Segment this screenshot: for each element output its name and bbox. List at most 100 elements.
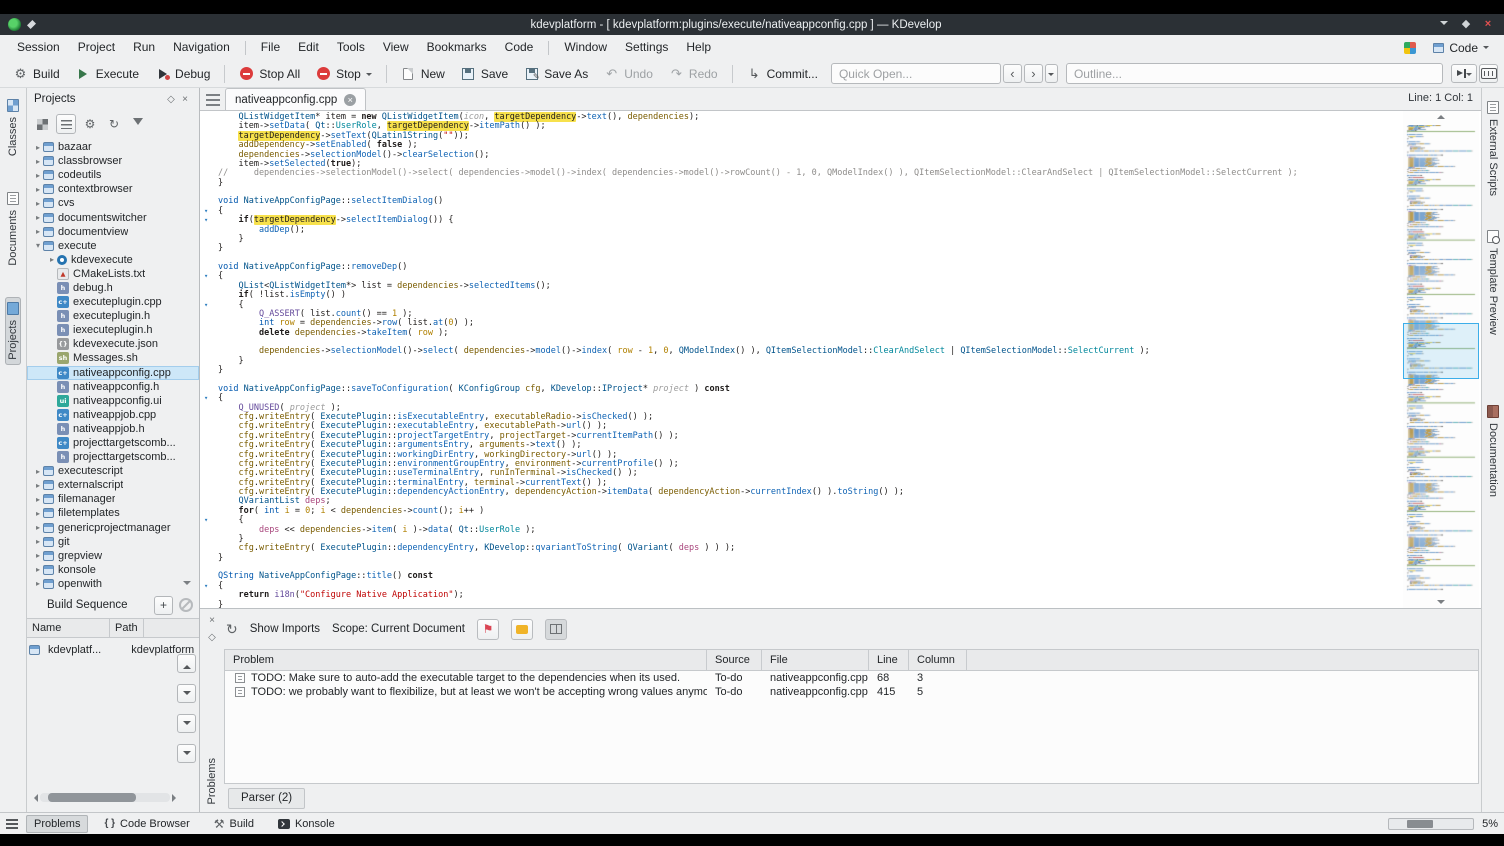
project-tree-mode-button[interactable]: [32, 114, 52, 134]
tree-item-iexecuteplugin-h[interactable]: h iexecuteplugin.h: [27, 323, 199, 337]
problems-column-file[interactable]: File: [762, 650, 869, 670]
menu-run[interactable]: Run: [124, 35, 164, 60]
dock-tab-classes[interactable]: Classes: [5, 94, 21, 161]
dock-tab-projects[interactable]: Projects: [5, 296, 21, 365]
problems-column-line[interactable]: Line: [869, 650, 909, 670]
scroll-down-button[interactable]: [177, 714, 196, 733]
build-sequence-row[interactable]: kdevplatf... kdevplatform: [29, 642, 194, 657]
menu-window[interactable]: Window: [555, 35, 616, 60]
tree-item-messages-sh[interactable]: sh Messages.sh: [27, 351, 199, 365]
column-header-name[interactable]: Name: [27, 619, 110, 637]
tree-item-cmakelists-txt[interactable]: ▲ CMakeLists.txt: [27, 267, 199, 281]
navigate-forward-button[interactable]: ›: [1023, 64, 1043, 83]
tree-item-filemanager[interactable]: ▸ filemanager: [27, 492, 199, 506]
scroll-down-icon[interactable]: [1437, 600, 1445, 604]
code-editor[interactable]: QListWidgetItem* item = new QListWidgetI…: [200, 111, 1481, 608]
move-down-button[interactable]: [177, 684, 196, 703]
navigate-history-dropdown[interactable]: [1044, 64, 1058, 83]
tree-item-git[interactable]: ▸ git: [27, 535, 199, 549]
menu-project[interactable]: Project: [69, 35, 124, 60]
fold-marker-icon[interactable]: ▾: [204, 516, 208, 525]
scrollbar-thumb[interactable]: [48, 793, 136, 802]
float-panel-icon[interactable]: ◇: [205, 632, 219, 643]
problems-column-source[interactable]: Source: [707, 650, 762, 670]
parser-tab[interactable]: Parser (2): [228, 788, 306, 809]
expander-icon[interactable]: ▾: [33, 241, 43, 250]
menu-bookmarks[interactable]: Bookmarks: [418, 35, 496, 60]
expander-icon[interactable]: ▸: [33, 509, 43, 518]
tree-item-execute[interactable]: ▾ execute: [27, 239, 199, 253]
tree-item-codeutils[interactable]: ▸ codeutils: [27, 168, 199, 182]
show-errors-button[interactable]: ⚑: [477, 618, 499, 640]
stop-button[interactable]: Stop: [309, 63, 379, 84]
code-line[interactable]: }: [203, 356, 1401, 366]
code-line[interactable]: deps << dependencies->item( i )->data( Q…: [203, 525, 1401, 535]
dock-tab-external-scripts[interactable]: External Scripts: [1485, 96, 1501, 201]
area-code-button[interactable]: Code: [1426, 39, 1496, 57]
tree-item-documentview[interactable]: ▸ documentview: [27, 225, 199, 239]
configure-projects-button[interactable]: ⚙: [80, 114, 100, 134]
code-line[interactable]: void NativeAppConfigPage::saveToConfigur…: [203, 384, 1401, 394]
tree-item-contextbrowser[interactable]: ▸ contextbrowser: [27, 182, 199, 196]
tree-item-documentswitcher[interactable]: ▸ documentswitcher: [27, 210, 199, 224]
problem-row[interactable]: TODO: we probably want to flexibilize, b…: [225, 685, 1478, 699]
jump-to-declaration-button[interactable]: [1451, 64, 1477, 83]
code-line[interactable]: addDep();: [203, 225, 1401, 235]
code-line[interactable]: dependencies->selectionModel()->select( …: [203, 347, 1401, 356]
code-line[interactable]: }: [203, 553, 1401, 563]
tree-item-filetemplates[interactable]: ▸ filetemplates: [27, 506, 199, 520]
menu-session[interactable]: Session: [8, 35, 69, 60]
tree-item-genericprojectmanager[interactable]: ▸ genericprojectmanager: [27, 521, 199, 535]
expander-icon[interactable]: ▸: [33, 551, 43, 560]
tree-item-nativeappconfig-ui[interactable]: ui nativeappconfig.ui: [27, 394, 199, 408]
code-line[interactable]: }: [203, 365, 1401, 375]
tree-scroll-down-icon[interactable]: [183, 581, 191, 589]
expander-icon[interactable]: ▸: [33, 185, 43, 194]
code-line[interactable]: }: [203, 178, 1401, 188]
tree-item-debug-h[interactable]: h debug.h: [27, 281, 199, 295]
code-line[interactable]: }: [203, 244, 1401, 253]
code-line[interactable]: // dependencies->selectionModel()->selec…: [203, 169, 1401, 178]
expander-icon[interactable]: ▸: [47, 255, 57, 264]
tree-item-kdevexecute-json[interactable]: {} kdevexecute.json: [27, 337, 199, 351]
minimap[interactable]: [1403, 111, 1479, 608]
expander-icon[interactable]: ▸: [33, 537, 43, 546]
new-button[interactable]: New: [394, 63, 452, 84]
fold-marker-icon[interactable]: ▾: [204, 207, 208, 216]
tree-item-projecttargetscomb-[interactable]: h projecttargetscomb...: [27, 450, 199, 464]
expander-icon[interactable]: ▸: [33, 227, 43, 236]
statusbar-code-browser-button[interactable]: { } Code Browser: [96, 815, 197, 833]
statusbar-problems-button[interactable]: Problems: [26, 814, 89, 833]
area-switcher-icon[interactable]: [1404, 41, 1417, 54]
code-line[interactable]: if( !list.isEmpty() ): [203, 290, 1401, 300]
execute-button[interactable]: Execute: [69, 63, 146, 84]
scrollbar-track[interactable]: [40, 793, 170, 802]
tree-item-executescript[interactable]: ▸ executescript: [27, 464, 199, 478]
code-line[interactable]: void NativeAppConfigPage::removeDep(): [203, 262, 1401, 272]
pin-icon[interactable]: [27, 20, 36, 29]
code-line[interactable]: QList<QListWidgetItem*> list = dependenc…: [203, 281, 1401, 291]
document-switcher-icon[interactable]: [206, 94, 220, 106]
code-line[interactable]: dependencies->selectionModel()->clearSel…: [203, 150, 1401, 160]
expander-icon[interactable]: ▸: [33, 171, 43, 180]
scroll-right-icon[interactable]: [172, 793, 180, 802]
code-line[interactable]: return i18n("Configure Native Applicatio…: [203, 590, 1401, 600]
expander-icon[interactable]: ▸: [33, 523, 43, 532]
close-panel-icon[interactable]: ×: [178, 94, 192, 105]
scroll-end-button[interactable]: [177, 744, 196, 763]
titlebar[interactable]: kdevplatform - [ kdevplatform:plugins/ex…: [0, 14, 1504, 35]
tree-item-externalscript[interactable]: ▸ externalscript: [27, 478, 199, 492]
undo-button[interactable]: ↶ Undo: [597, 63, 660, 84]
grouping-button[interactable]: [545, 618, 567, 640]
dock-tab-documents[interactable]: Documents: [5, 187, 21, 271]
shade-window-button[interactable]: [1436, 13, 1452, 37]
menu-file[interactable]: File: [252, 35, 289, 60]
commit-button[interactable]: ↳ Commit...: [740, 63, 825, 84]
statusbar-konsole-button[interactable]: Konsole: [270, 815, 343, 833]
shortcuts-button[interactable]: [1479, 64, 1498, 83]
tree-item-executeplugin-h[interactable]: h executeplugin.h: [27, 309, 199, 323]
tree-item-projecttargetscomb-[interactable]: c+ projecttargetscomb...: [27, 436, 199, 450]
expander-icon[interactable]: ▸: [33, 199, 43, 208]
expander-icon[interactable]: ▸: [33, 565, 43, 574]
problems-column-column[interactable]: Column: [909, 650, 967, 670]
